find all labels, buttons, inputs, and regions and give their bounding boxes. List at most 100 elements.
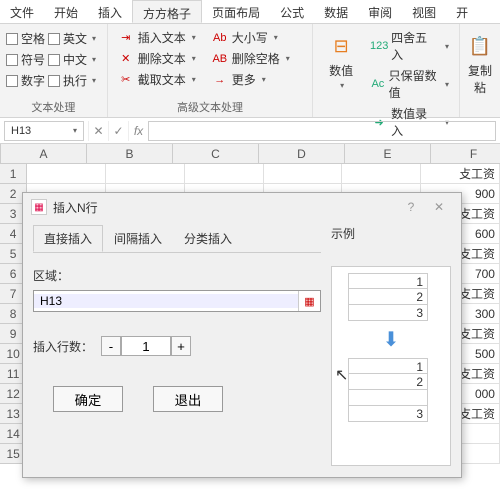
- col-header[interactable]: F: [431, 144, 500, 163]
- close-button[interactable]: ✕: [425, 200, 453, 214]
- col-header[interactable]: B: [87, 144, 173, 163]
- ribbon-button[interactable]: ✕删除文本▾: [114, 49, 200, 68]
- chevron-down-icon: ▾: [445, 42, 449, 51]
- dialog-tab[interactable]: 间隔插入: [103, 225, 173, 252]
- chevron-down-icon: ▾: [192, 54, 196, 63]
- preview-row: [348, 390, 428, 406]
- preview-row: 2: [348, 289, 428, 305]
- range-label: 区域：: [33, 267, 321, 284]
- ribbon-button-label: 大小写: [232, 29, 268, 46]
- dialog-titlebar[interactable]: ▦ 插入N行 ? ✕: [23, 193, 461, 221]
- ribbon-tab-1[interactable]: 开始: [44, 0, 88, 23]
- checkbox[interactable]: [48, 54, 60, 66]
- ribbon-button-label: 删除空格: [232, 50, 280, 67]
- ribbon-tab-9[interactable]: 开: [446, 0, 478, 23]
- checkbox[interactable]: [6, 33, 18, 45]
- ok-button[interactable]: 确定: [53, 386, 123, 412]
- ribbon-button-icon: 123: [371, 38, 387, 54]
- ribbon-button-icon: ✂: [118, 72, 134, 88]
- preview-panel: 123 ⬇ 123: [331, 266, 451, 466]
- spin-down-button[interactable]: -: [101, 336, 121, 356]
- cell[interactable]: [264, 164, 343, 184]
- preview-row: 3: [348, 305, 428, 321]
- ribbon-button-icon: Ac: [371, 76, 384, 92]
- formula-bar-row: H13 ▾ ✕ ✓ fx: [0, 118, 500, 144]
- name-box[interactable]: H13 ▾: [4, 121, 84, 141]
- chevron-down-icon[interactable]: ▾: [92, 76, 96, 85]
- spin-up-button[interactable]: +: [171, 336, 191, 356]
- checkbox[interactable]: [6, 75, 18, 87]
- group-label-advtext: 高级文本处理: [114, 97, 306, 115]
- cell[interactable]: 攴工资: [421, 164, 500, 184]
- checkbox-label: 执行: [63, 72, 87, 89]
- preview-row: 1: [348, 273, 428, 289]
- chevron-down-icon: ▾: [192, 75, 196, 84]
- ribbon-tab-4[interactable]: 页面布局: [202, 0, 270, 23]
- rows-input[interactable]: [121, 336, 171, 356]
- chevron-down-icon[interactable]: ▾: [92, 34, 96, 43]
- checkbox-label: 符号: [21, 51, 45, 68]
- ribbon-button[interactable]: AB删除空格 ▾: [208, 49, 294, 68]
- dialog-tab[interactable]: 分类插入: [173, 225, 243, 252]
- chevron-down-icon[interactable]: ▾: [92, 55, 96, 64]
- ribbon-tab-5[interactable]: 公式: [270, 0, 314, 23]
- numeric-big-button[interactable]: ⊟ 数值 ▾: [319, 28, 363, 94]
- ribbon-tab-8[interactable]: 视图: [402, 0, 446, 23]
- ribbon-button-icon: Ab: [212, 30, 228, 46]
- range-input[interactable]: [34, 294, 298, 308]
- checkbox-label: 中文: [63, 51, 87, 68]
- ribbon-tab-6[interactable]: 数据: [314, 0, 358, 23]
- row-header[interactable]: 1: [0, 164, 27, 184]
- checkbox[interactable]: [48, 33, 60, 45]
- chevron-down-icon: ▾: [274, 33, 278, 42]
- cell[interactable]: [27, 164, 106, 184]
- accept-formula-icon[interactable]: ✓: [108, 121, 128, 141]
- ribbon-button-icon: AB: [212, 51, 228, 67]
- checkbox[interactable]: [6, 54, 18, 66]
- col-header[interactable]: E: [345, 144, 431, 163]
- dialog-icon: ▦: [31, 199, 47, 215]
- dialog-tabs: 直接插入间隔插入分类插入: [33, 225, 321, 253]
- cancel-button[interactable]: 退出: [153, 386, 223, 412]
- range-input-wrap: ▦: [33, 290, 321, 312]
- ribbon-tab-2[interactable]: 插入: [88, 0, 132, 23]
- ribbon-tab-0[interactable]: 文件: [0, 0, 44, 23]
- ribbon-button-label: 截取文本: [138, 71, 186, 88]
- col-header[interactable]: D: [259, 144, 345, 163]
- ribbon-button-label: 删除文本: [138, 50, 186, 67]
- arrow-down-icon: ⬇: [338, 327, 444, 352]
- ribbon-tab-7[interactable]: 审阅: [358, 0, 402, 23]
- cell[interactable]: [185, 164, 264, 184]
- checkbox[interactable]: [48, 75, 60, 87]
- ribbon-button[interactable]: Ab大小写 ▾: [208, 28, 294, 47]
- col-header[interactable]: C: [173, 144, 259, 163]
- col-header[interactable]: A: [1, 144, 87, 163]
- formula-bar[interactable]: [148, 121, 496, 141]
- group-label-text: 文本处理: [6, 97, 101, 115]
- fx-icon[interactable]: fx: [128, 121, 148, 141]
- ribbon-button[interactable]: →更多▾: [208, 70, 294, 89]
- ribbon-button[interactable]: ✂截取文本 ▾: [114, 70, 200, 89]
- cancel-formula-icon[interactable]: ✕: [88, 121, 108, 141]
- column-headers: ABCDEF: [0, 144, 500, 164]
- checkbox-label: 空格: [21, 30, 45, 47]
- ribbon-button-label: 更多: [232, 71, 256, 88]
- ribbon-tab-3[interactable]: 方方格子: [132, 0, 202, 23]
- ribbon-button[interactable]: 123四舍五入▾: [367, 28, 453, 64]
- chevron-down-icon: ▾: [445, 80, 449, 89]
- ribbon-button-icon: ⇥: [118, 30, 134, 46]
- ribbon-button[interactable]: Ac只保留数值▾: [367, 66, 453, 102]
- chevron-down-icon: ▾: [262, 75, 266, 84]
- cell[interactable]: [342, 164, 421, 184]
- cell[interactable]: [106, 164, 185, 184]
- checkbox-label: 数字: [21, 72, 45, 89]
- ribbon-tabs: 文件开始插入方方格子页面布局公式数据审阅视图开: [0, 0, 500, 24]
- help-button[interactable]: ?: [397, 200, 425, 214]
- range-picker-icon[interactable]: ▦: [298, 291, 320, 311]
- ribbon-button[interactable]: ⇥插入文本▾: [114, 28, 200, 47]
- chevron-down-icon: ▾: [286, 54, 290, 63]
- dialog-tab[interactable]: 直接插入: [33, 225, 103, 252]
- copy-group: 📋 复制 粘: [460, 24, 500, 117]
- preview-row: 3: [348, 406, 428, 422]
- copy-paste-button[interactable]: 📋 复制 粘: [466, 28, 494, 100]
